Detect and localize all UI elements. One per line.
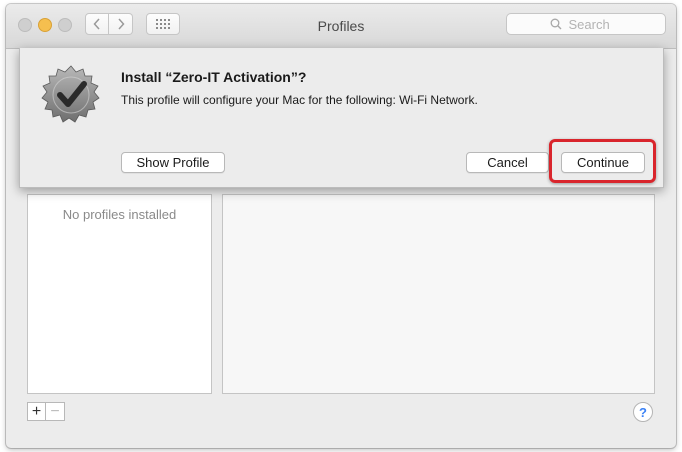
title-bar: Profiles (6, 4, 676, 49)
profiles-list[interactable]: No profiles installed (27, 194, 212, 394)
verified-badge-icon (41, 65, 100, 123)
preferences-window: Profiles No profiles installed + − ? Ins… (6, 4, 676, 448)
help-button[interactable]: ? (633, 402, 653, 422)
search-icon (550, 18, 561, 30)
add-remove-controls: + − (27, 402, 65, 421)
empty-list-label: No profiles installed (62, 207, 177, 222)
profile-detail-pane (222, 194, 655, 394)
cancel-button[interactable]: Cancel (466, 152, 549, 173)
remove-profile-button[interactable]: − (46, 402, 65, 421)
show-profile-button[interactable]: Show Profile (121, 152, 225, 173)
search-field[interactable] (506, 13, 666, 35)
search-input[interactable] (566, 15, 623, 33)
install-profile-sheet: Install “Zero-IT Activation”? This profi… (19, 48, 664, 188)
sheet-title: Install “Zero-IT Activation”? (121, 69, 307, 85)
sheet-description: This profile will configure your Mac for… (121, 93, 478, 107)
add-profile-button[interactable]: + (27, 402, 46, 421)
continue-button[interactable]: Continue (561, 152, 645, 173)
